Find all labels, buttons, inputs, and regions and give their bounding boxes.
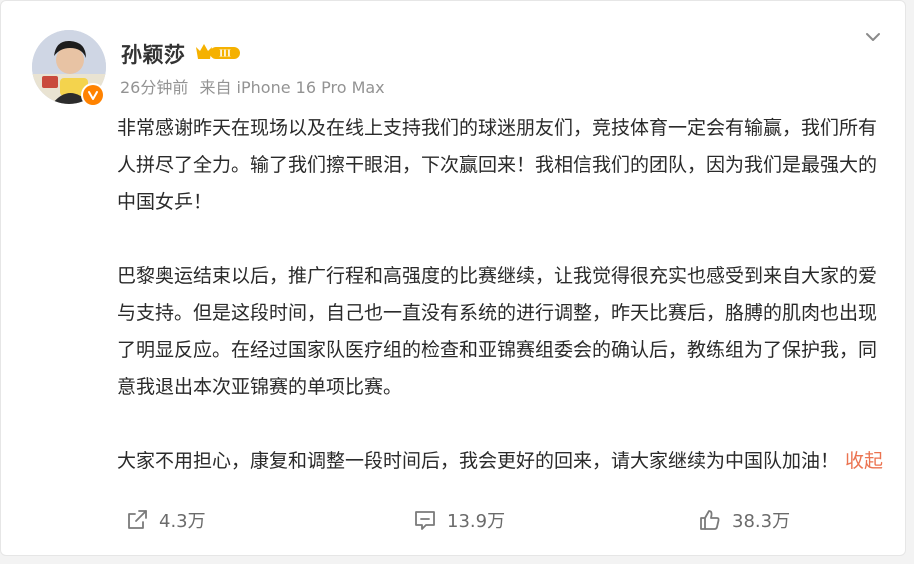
comment-count: 13.9万 [447,511,506,532]
share-button[interactable]: 4.3万 [125,507,206,533]
post-paragraph: 非常感谢昨天在现场以及在线上支持我们的球迷朋友们，竞技体育一定会有输赢，我们所有… [117,117,878,213]
post-meta: 26分钟前 来自 iPhone 16 Pro Max [120,74,391,98]
weibo-post-card: 孙颖莎 III 26分钟前 来自 iPhone 16 Pro Max 非常感谢昨… [0,0,906,556]
post-paragraph: 巴黎奥运结束以后，推广行程和高强度的比赛继续，让我觉得很充实也感受到来自大家的爱… [117,265,878,398]
comment-icon [415,511,435,530]
post-paragraph-last: 大家不用担心，康复和调整一段时间后，我会更好的回来，请大家继续为中国队加油！ 收起 [117,443,893,480]
post-paragraph-text: 大家不用担心，康复和调整一段时间后，我会更好的回来，请大家继续为中国队加油！ [117,450,840,472]
author-name[interactable]: 孙颖莎 [121,39,186,69]
thumbs-up-icon [700,510,720,530]
collapse-link[interactable]: 收起 [845,450,883,472]
post-source: 来自 iPhone 16 Pro Max [199,78,385,97]
share-icon [128,510,147,529]
verified-badge-icon [81,83,105,107]
vip-level-label: III [219,49,231,60]
chevron-down-icon[interactable] [861,25,885,49]
share-count: 4.3万 [159,511,206,532]
post-content: 非常感谢昨天在现场以及在线上支持我们的球迷朋友们，竞技体育一定会有输赢，我们所有… [117,110,893,480]
like-count: 38.3万 [732,511,791,532]
post-time[interactable]: 26分钟前 [120,78,188,97]
action-bar: 4.3万 13.9万 38.3万 [1,501,907,545]
comment-button[interactable]: 13.9万 [413,507,505,533]
crown-vip-badge-icon[interactable]: III [194,41,242,63]
like-button[interactable]: 38.3万 [698,507,790,533]
